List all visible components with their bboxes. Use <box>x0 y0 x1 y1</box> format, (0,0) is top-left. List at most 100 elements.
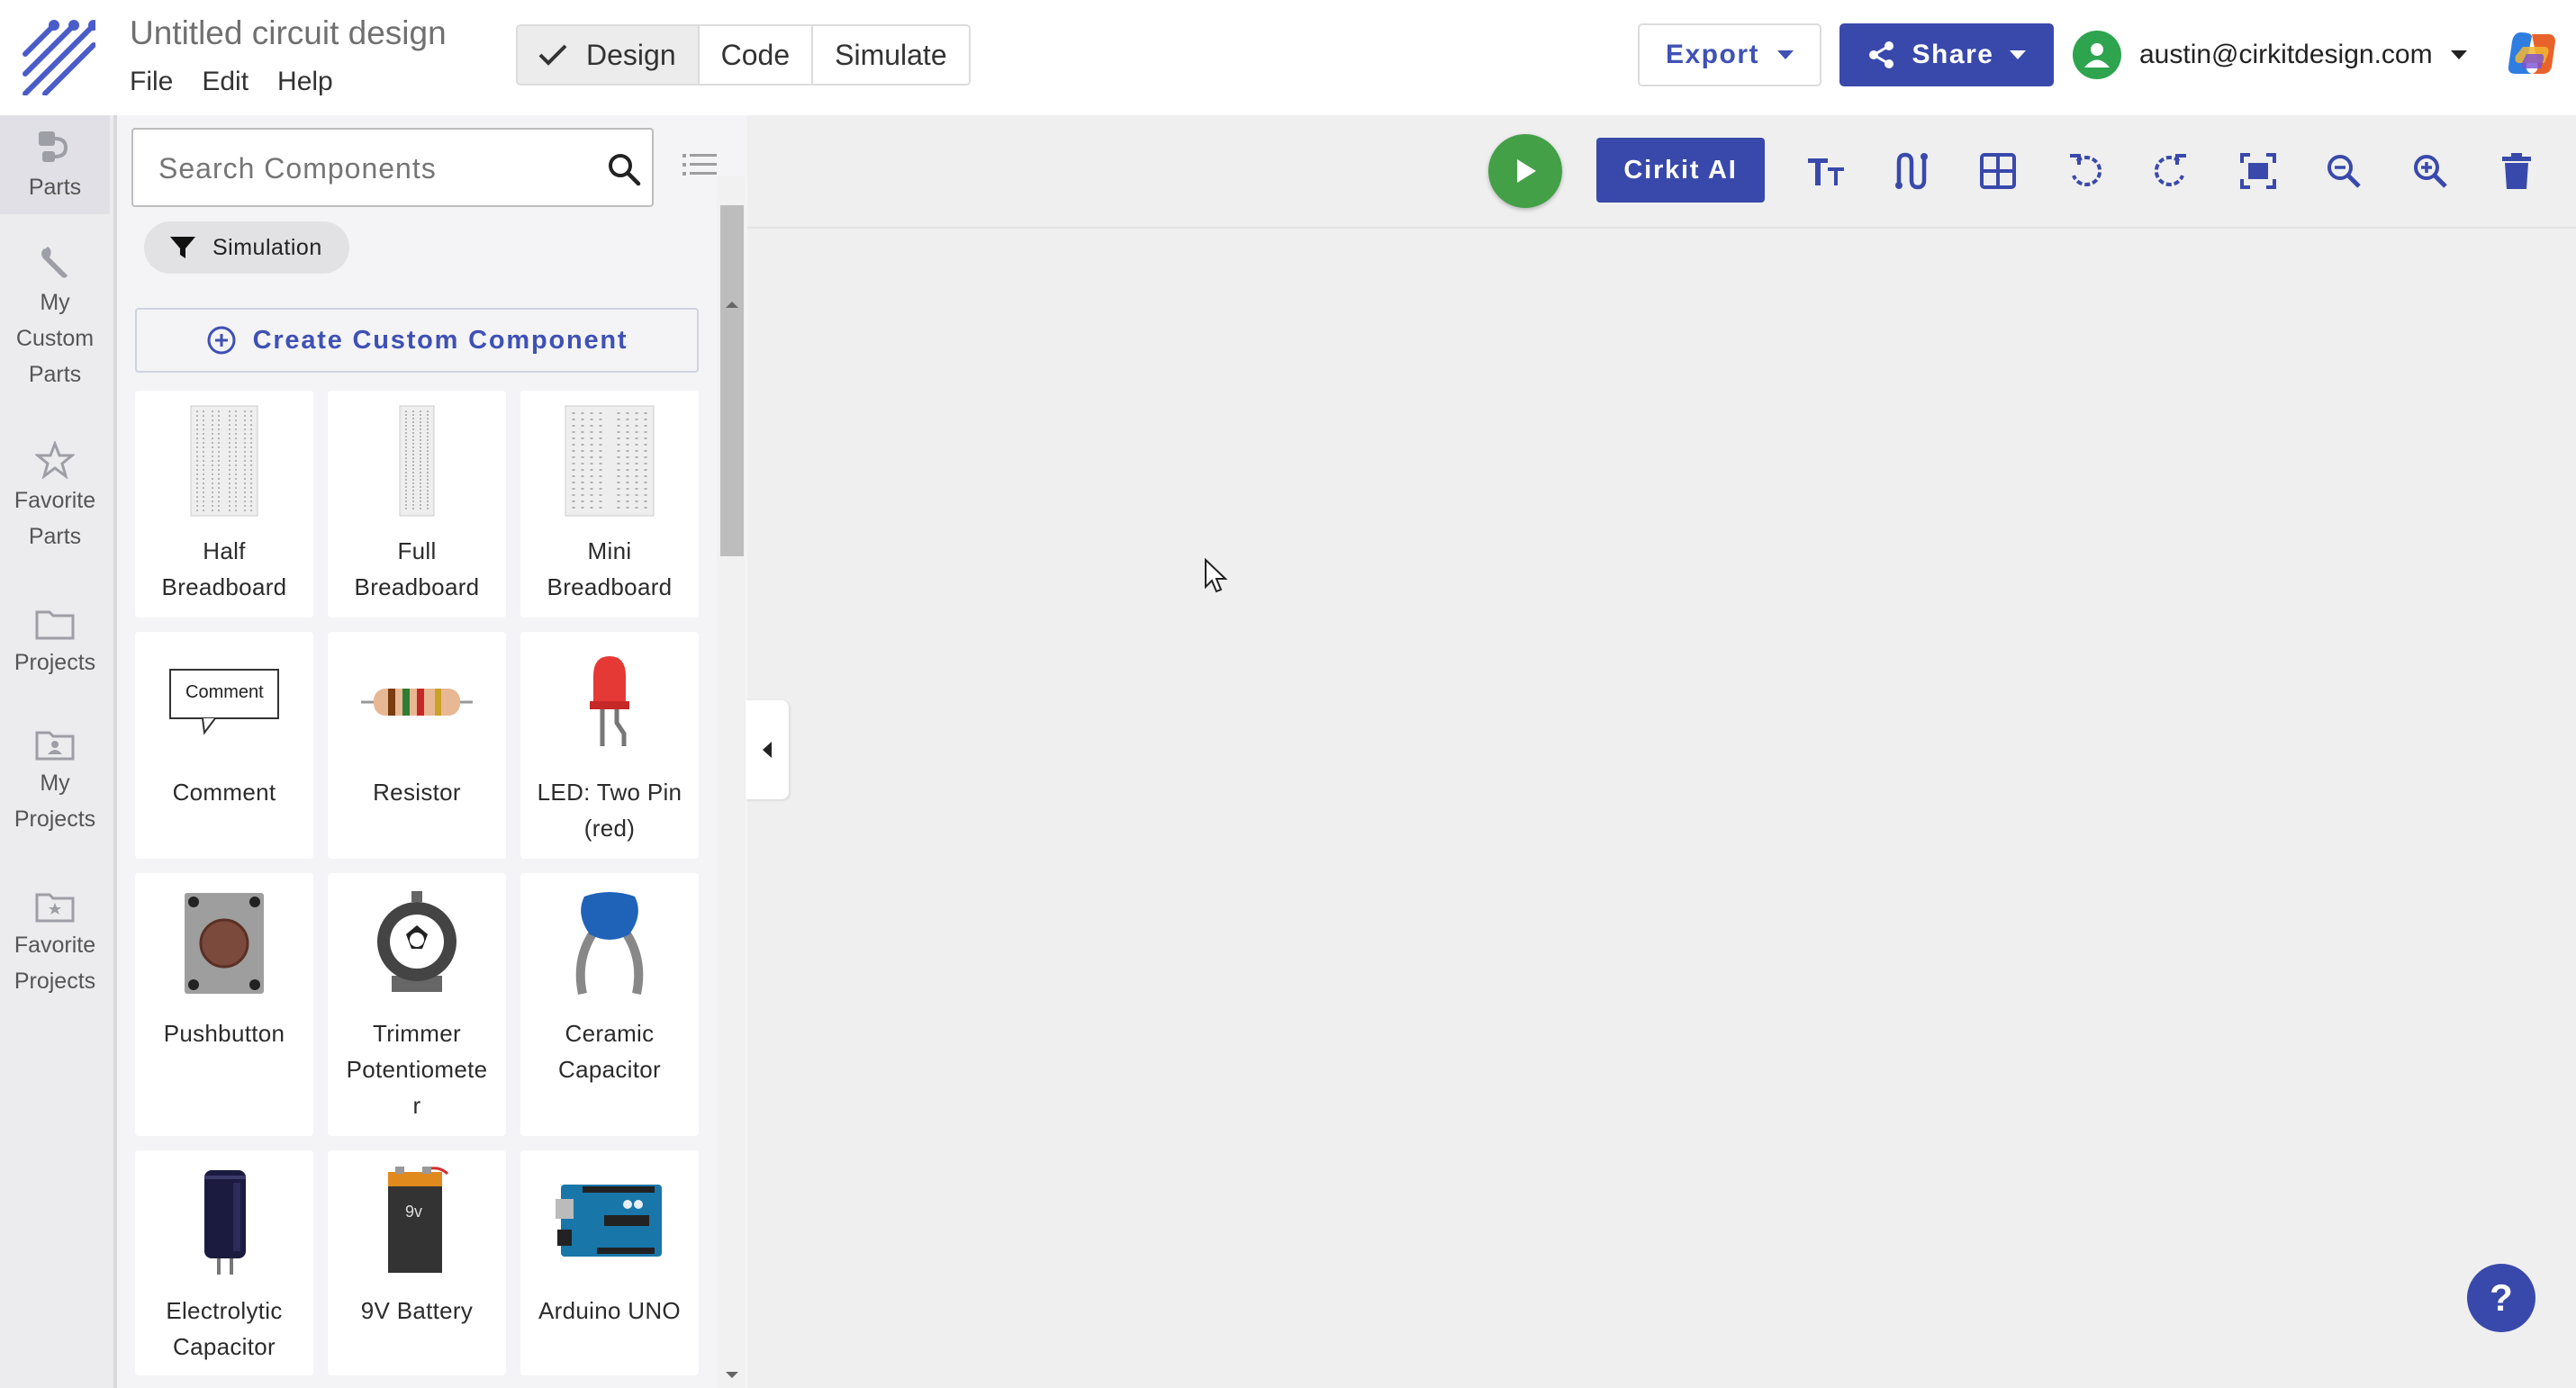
rail-item-favorite-projects[interactable]: Favorite Projects <box>0 889 110 999</box>
part-label-line: LED: Two Pin <box>537 779 682 806</box>
simulation-filter-chip[interactable]: Simulation <box>144 221 349 274</box>
grid-icon <box>1980 153 2016 189</box>
wire-tool[interactable] <box>1892 151 1931 191</box>
rail-item-label-line: My <box>40 771 70 796</box>
arduino-uno-icon <box>556 1185 662 1257</box>
folder-user-icon <box>35 731 75 761</box>
mode-design-label: Design <box>586 38 676 71</box>
mode-design-button[interactable]: Design <box>518 26 700 84</box>
part-card-9v-battery[interactable]: 9v 9V Battery <box>328 1150 506 1375</box>
rail-item-projects[interactable]: Projects <box>0 607 110 680</box>
part-label-line: Mini <box>587 537 632 564</box>
part-card-half-breadboard[interactable]: Half Breadboard <box>135 391 313 617</box>
part-label-line: Capacitor <box>558 1056 661 1083</box>
scroll-down-icon[interactable] <box>723 1370 741 1381</box>
menu-edit[interactable]: Edit <box>202 67 249 97</box>
part-card-full-breadboard[interactable]: Full Breadboard <box>328 391 506 617</box>
rail-item-label-line: Projects <box>14 969 96 994</box>
export-label: Export <box>1665 40 1759 69</box>
text-icon <box>1808 158 1844 185</box>
star-icon <box>35 441 75 479</box>
play-icon <box>1517 159 1536 183</box>
rotate-left-tool[interactable] <box>2065 151 2105 191</box>
rail-item-my-custom-parts[interactable]: My Custom Parts <box>0 245 110 392</box>
design-title[interactable]: Untitled circuit design <box>130 14 447 52</box>
toolbar-divider <box>747 227 2576 229</box>
mouse-cursor-icon <box>1205 558 1228 593</box>
part-card-resistor[interactable]: Resistor <box>328 632 506 859</box>
mode-simulate-button[interactable]: Simulate <box>813 26 969 84</box>
help-button[interactable]: ? <box>2467 1264 2535 1332</box>
part-label-line: 9V Battery <box>360 1297 474 1324</box>
part-label-line: (red) <box>583 815 636 842</box>
part-card-electrolytic-capacitor[interactable]: Electrolytic Capacitor <box>135 1150 313 1375</box>
part-label-line: Full <box>397 537 437 564</box>
zoom-out-tool[interactable] <box>2324 151 2364 191</box>
text-tool[interactable] <box>1806 151 1846 191</box>
search-icon[interactable] <box>606 151 642 187</box>
list-view-icon[interactable] <box>682 153 717 176</box>
part-card-trimmer-potentiometer[interactable]: Trimmer Potentiomete r <box>328 873 506 1136</box>
electrolytic-capacitor-icon <box>204 1170 246 1275</box>
grid-tool[interactable] <box>1978 151 2018 191</box>
scroll-up-icon[interactable] <box>723 299 741 310</box>
zoom-in-tool[interactable] <box>2410 151 2450 191</box>
fit-screen-tool[interactable] <box>2238 151 2278 191</box>
rail-item-label-line: Projects <box>14 807 96 832</box>
rail-item-my-projects[interactable]: My Projects <box>0 727 110 837</box>
mode-code-button[interactable]: Code <box>699 26 814 84</box>
rail-item-favorite-parts[interactable]: Favorite Parts <box>0 441 110 554</box>
part-card-led-red[interactable]: LED: Two Pin (red) <box>520 632 699 859</box>
cirkit-ai-button[interactable]: Cirkit AI <box>1596 138 1765 203</box>
share-icon <box>1868 41 1894 68</box>
part-label-line: Half <box>203 537 246 564</box>
battery-image-text: 9v <box>405 1203 423 1221</box>
part-label-line: Trimmer <box>373 1020 461 1047</box>
part-label-line: Breadboard <box>547 573 673 600</box>
part-card-mini-breadboard[interactable]: Mini Breadboard <box>520 391 699 617</box>
mode-switcher: Design Code Simulate <box>516 24 971 86</box>
share-button[interactable]: Share <box>1839 23 2054 86</box>
folder-icon <box>35 610 75 640</box>
delete-icon <box>2502 153 2531 189</box>
avatar-icon <box>2073 31 2121 79</box>
chevron-down-icon <box>2450 50 2467 59</box>
run-simulation-button[interactable] <box>1488 134 1562 208</box>
menu-help[interactable]: Help <box>277 67 333 97</box>
wire-icon <box>1895 152 1928 190</box>
part-card-arduino-uno[interactable]: Arduino UNO <box>520 1150 699 1375</box>
part-card-comment[interactable]: Comment Comment <box>135 632 313 859</box>
part-label-line: Pushbutton <box>163 1020 285 1047</box>
collapse-panel-button[interactable] <box>746 700 789 799</box>
cirkit-logo-icon[interactable] <box>18 18 95 95</box>
part-label-line: Capacitor <box>173 1333 276 1360</box>
rail-item-parts-label: Parts <box>28 175 82 200</box>
half-breadboard-icon <box>190 405 258 517</box>
delete-tool[interactable] <box>2497 151 2536 191</box>
user-menu[interactable]: austin@cirkitdesign.com <box>2073 27 2467 83</box>
chevron-down-icon <box>1777 50 1794 59</box>
user-email: austin@cirkitdesign.com <box>2139 40 2433 69</box>
rail-item-parts[interactable]: Parts <box>0 115 110 214</box>
copilot-icon[interactable] <box>2505 27 2559 81</box>
part-card-ceramic-capacitor[interactable]: Ceramic Capacitor <box>520 873 699 1136</box>
rotate-right-tool[interactable] <box>2151 151 2191 191</box>
part-label-line: Arduino UNO <box>538 1297 681 1324</box>
menu-file[interactable]: File <box>130 67 173 97</box>
rail-item-label-line: My <box>40 290 70 315</box>
part-card-pushbutton[interactable]: Pushbutton <box>135 873 313 1136</box>
design-canvas[interactable] <box>747 115 2576 1388</box>
resistor-icon <box>361 689 473 716</box>
create-custom-component-button[interactable]: Create Custom Component <box>135 308 699 373</box>
parts-scrollbar-thumb[interactable] <box>720 205 744 556</box>
wrench-icon <box>41 247 68 278</box>
part-label-line: Breadboard <box>161 573 287 600</box>
side-rail: Parts My Custom Parts Favorite Parts Pro… <box>0 115 115 1388</box>
parts-panel: Simulation Create Custom Component Half B… <box>117 115 747 1388</box>
check-icon <box>538 44 567 66</box>
rail-item-label-line: Parts <box>28 362 82 387</box>
export-button[interactable]: Export <box>1638 23 1821 86</box>
folder-star-icon <box>35 893 75 923</box>
search-input[interactable] <box>158 146 573 191</box>
part-label-line: r <box>412 1092 421 1119</box>
